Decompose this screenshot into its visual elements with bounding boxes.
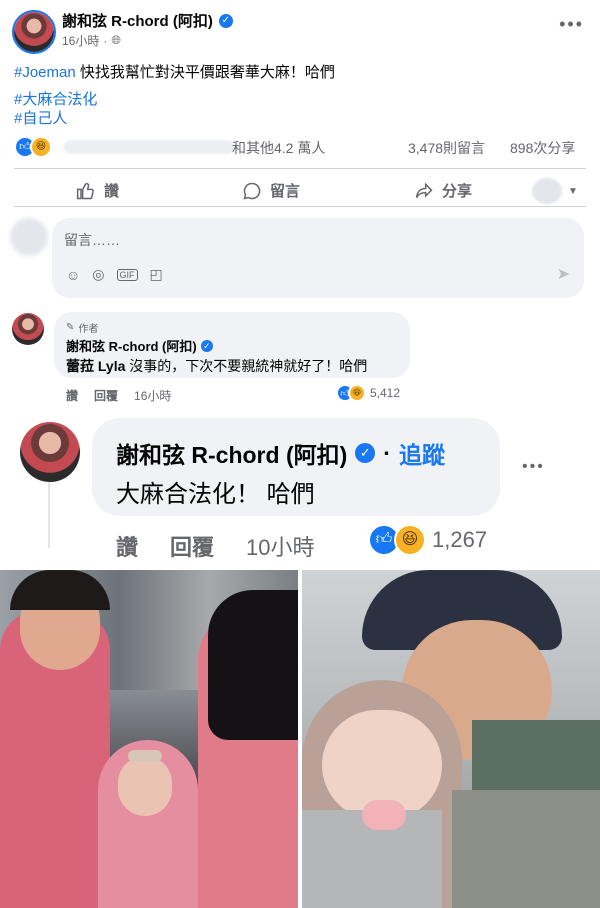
more-icon[interactable]: ••• [559,14,584,35]
comment-reactions[interactable]: 👍︎ 😆︎ [336,384,366,402]
send-icon[interactable]: ➤ [557,264,570,284]
comment-composer[interactable]: 留言…… ☺ ◎ GIF ◰ ➤ [52,218,584,298]
blurred-names [64,140,234,154]
photo-grid [0,570,600,908]
divider [14,206,586,207]
divider [14,168,586,169]
chevron-down-icon: ▼ [568,185,578,197]
comment-reaction-count[interactable]: 5,412 [370,386,400,400]
post-time[interactable]: 16小時 [62,32,99,49]
shares-count[interactable]: 898次分享 [510,138,575,158]
author-name[interactable]: 謝和弦 R-chord (阿扣) [62,10,213,31]
verified-icon: ✓ [218,13,233,28]
reactions-summary[interactable]: 和其他4.2 萬人 [232,138,325,158]
verified-icon: ✓ [200,339,213,352]
comment-bubble: ✎ 作者 謝和弦 R-chord (阿扣) ✓ 蕾菈 Lyla 沒事的，下次不要… [54,312,410,378]
comment-input[interactable]: 留言…… [64,230,120,250]
post-body: 快找我幫忙對決平價跟奢華大麻！哈們 [75,64,335,81]
camera-icon[interactable]: ◎ [92,266,104,283]
post: 謝和弦 R-chord (阿扣) ✓ ••• 16小時 · 🌐︎ #Joeman… [0,0,600,570]
mention-lyla[interactable]: 蕾菈 Lyla [66,358,125,374]
reaction-icons[interactable]: 👍︎ 😆︎ [14,136,52,158]
comment-reactions[interactable]: 👍︎ 😆︎ [368,524,426,556]
like-icon [76,182,94,199]
hashtag-legalize[interactable]: #大麻合法化 [14,88,97,109]
comment-icon [243,182,261,200]
comment-author[interactable]: 謝和弦 R-chord (阿扣) [66,336,197,355]
hashtag-ourselves[interactable]: #自己人 [14,107,67,128]
comment-label: 留言 [270,183,301,200]
emoji-icon[interactable]: ☺ [66,267,80,283]
comment-avatar[interactable] [20,422,80,482]
photo-father-baby[interactable] [302,570,600,908]
audience-selector[interactable]: ▼ [532,178,578,204]
haha-reaction-icon: 😆︎ [394,524,426,556]
globe-icon: 🌐︎ [111,33,121,47]
haha-reaction-icon: 😆︎ [30,136,52,158]
share-button[interactable]: 分享 [414,180,472,201]
comment-time[interactable]: 10小時 [246,530,314,562]
comment-reply-button[interactable]: 回覆 [170,530,214,562]
viewer-avatar [10,218,48,256]
thread-line [48,482,50,548]
share-label: 分享 [442,183,473,200]
comment-reaction-count[interactable]: 1,267 [432,527,487,553]
post-text: #Joeman 快找我幫忙對決平價跟奢華大麻！哈們 [14,61,335,82]
pencil-icon: ✎ [66,322,75,333]
comment-like-button[interactable]: 讚 [66,387,78,404]
comment-avatar[interactable] [12,313,44,345]
comments-count[interactable]: 3,478則留言 [408,138,485,158]
comment-reply-button[interactable]: 回覆 [94,387,118,404]
like-button[interactable]: 讚 [76,180,119,201]
comment-like-button[interactable]: 讚 [116,530,138,562]
comment-bubble: 謝和弦 R-chord (阿扣) ✓ · 追蹤 大麻合法化！ 哈們 [92,418,500,516]
blurred-avatar [532,178,562,204]
hashtag-joeman[interactable]: #Joeman [14,64,76,81]
comment-button[interactable]: 留言 [242,180,300,201]
comment-text: 大麻合法化！ 哈們 [116,481,315,508]
gif-icon[interactable]: GIF [116,268,138,281]
follow-button[interactable]: 追蹤 [399,436,445,470]
like-label: 讚 [104,183,120,200]
comment-author[interactable]: 謝和弦 R-chord (阿扣) [116,436,347,470]
author-avatar[interactable] [12,10,56,54]
photo-family-street[interactable] [0,570,298,908]
comment-text: 蕾菈 Lyla 沒事的，下次不要親統神就好了！哈們 [66,358,368,374]
haha-reaction-icon: 😆︎ [348,384,366,402]
share-icon [415,182,433,198]
sticker-icon[interactable]: ◰ [150,266,163,283]
comment-time[interactable]: 16小時 [134,387,171,404]
verified-icon: ✓ [355,443,376,463]
author-badge: 作者 [78,324,99,335]
more-icon[interactable]: ••• [522,458,545,476]
